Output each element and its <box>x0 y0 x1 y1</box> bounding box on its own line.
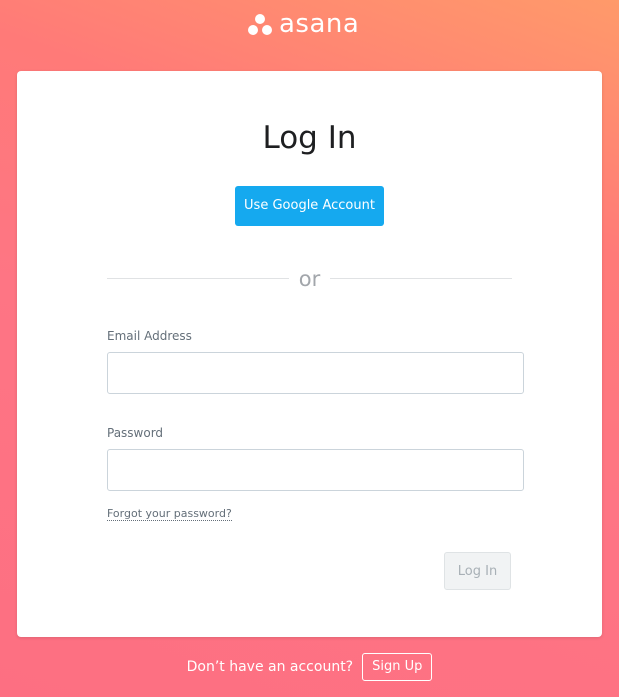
signup-footer: Don’t have an account? Sign Up <box>0 653 619 681</box>
page-title: Log In <box>262 120 357 156</box>
email-field[interactable] <box>107 352 524 394</box>
email-label: Email Address <box>107 329 192 343</box>
no-account-prompt: Don’t have an account? <box>186 659 354 675</box>
password-field[interactable] <box>107 449 524 491</box>
separator-line-right <box>330 278 512 279</box>
logo-wordmark: asana <box>279 9 360 39</box>
separator-or-text: or <box>298 267 321 291</box>
use-google-account-button[interactable]: Use Google Account <box>235 186 384 226</box>
log-in-button[interactable]: Log In <box>444 552 511 590</box>
password-label: Password <box>107 426 164 440</box>
logo-dot-top <box>255 14 265 24</box>
sign-up-button[interactable]: Sign Up <box>362 653 433 681</box>
logo-dot-right <box>262 25 272 35</box>
separator-line-left <box>107 278 289 279</box>
asana-logo: asana <box>247 10 359 38</box>
logo-dot-left <box>248 25 258 35</box>
asana-logo-icon <box>247 12 273 36</box>
login-card: Log In Use Google Account or Email Addre… <box>17 71 602 637</box>
forgot-password-link[interactable]: Forgot your password? <box>107 507 232 521</box>
